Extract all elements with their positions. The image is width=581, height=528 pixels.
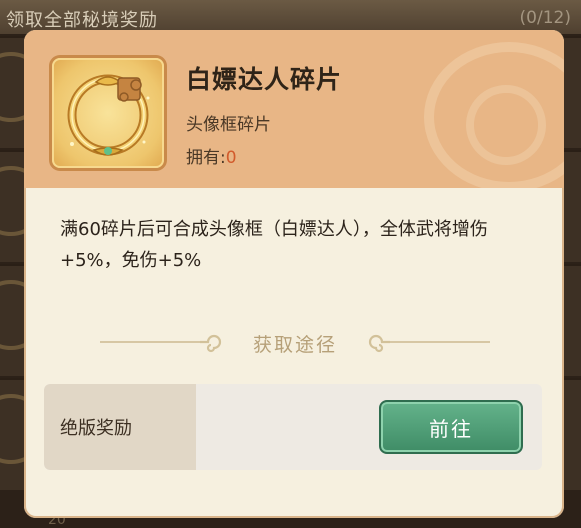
item-description: 满60碎片后可合成头像框（白嫖达人），全体武将增伤+5%，免伤+5% [60, 219, 488, 271]
background-title: 领取全部秘境奖励 [6, 10, 158, 31]
item-name: 白嫖达人碎片 [186, 65, 343, 94]
background-progress-count: (0/12) [519, 8, 571, 28]
source-label: 绝版奖励 [60, 418, 132, 439]
source-row: 绝版奖励 前往 [44, 384, 542, 470]
avatar-frame-fragment-icon [67, 74, 150, 156]
item-type: 头像框碎片 [186, 115, 271, 135]
scroll-ornament-icon [368, 334, 390, 353]
item-info-popup: 白嫖达人碎片 头像框碎片 拥有:0 满60碎片后可合成头像框（白嫖达人），全体武… [24, 30, 564, 518]
source-label-box: 绝版奖励 [44, 384, 196, 470]
divider-line [390, 341, 490, 343]
source-section-title: 获取途径 [252, 334, 337, 356]
owned-label: 拥有: [186, 148, 226, 168]
background-header: 领取全部秘境奖励 (0/12) [0, 0, 581, 34]
decorative-swirl [466, 85, 546, 165]
owned-value: 0 [225, 148, 237, 168]
go-button[interactable]: 前往 [379, 400, 523, 454]
popup-header: 白嫖达人碎片 头像框碎片 拥有:0 [24, 30, 564, 188]
item-icon-slot[interactable] [52, 58, 164, 168]
section-divider: 获取途径 [100, 330, 490, 360]
item-owned: 拥有:0 [186, 143, 237, 168]
